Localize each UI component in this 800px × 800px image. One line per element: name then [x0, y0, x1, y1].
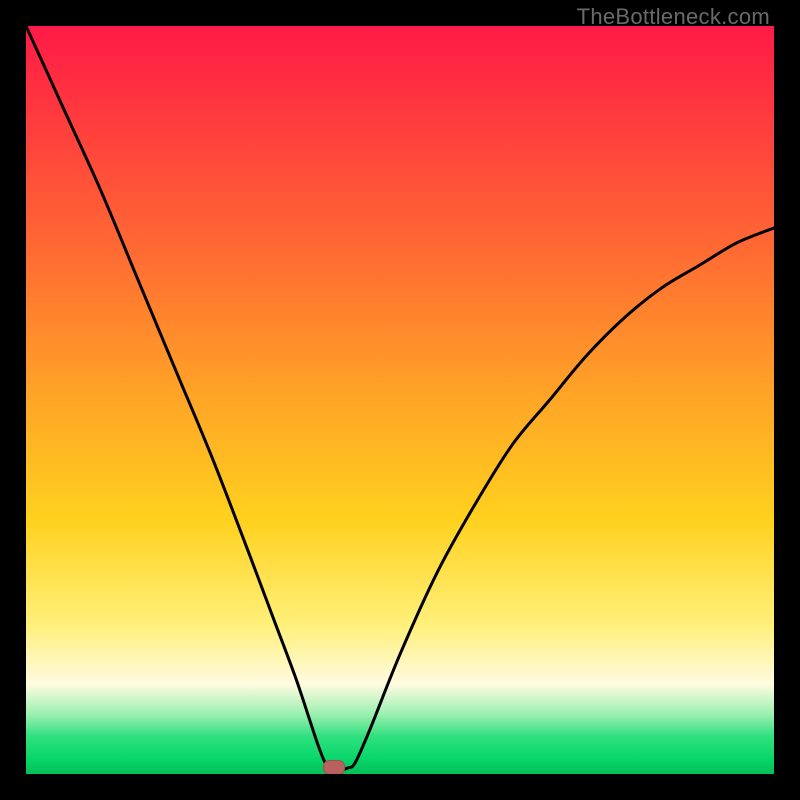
bottleneck-curve	[26, 26, 774, 771]
optimum-marker	[323, 760, 345, 774]
plot-area	[26, 26, 774, 774]
curve-layer	[26, 26, 774, 774]
watermark-text: TheBottleneck.com	[577, 4, 770, 30]
chart-frame: TheBottleneck.com	[0, 0, 800, 800]
